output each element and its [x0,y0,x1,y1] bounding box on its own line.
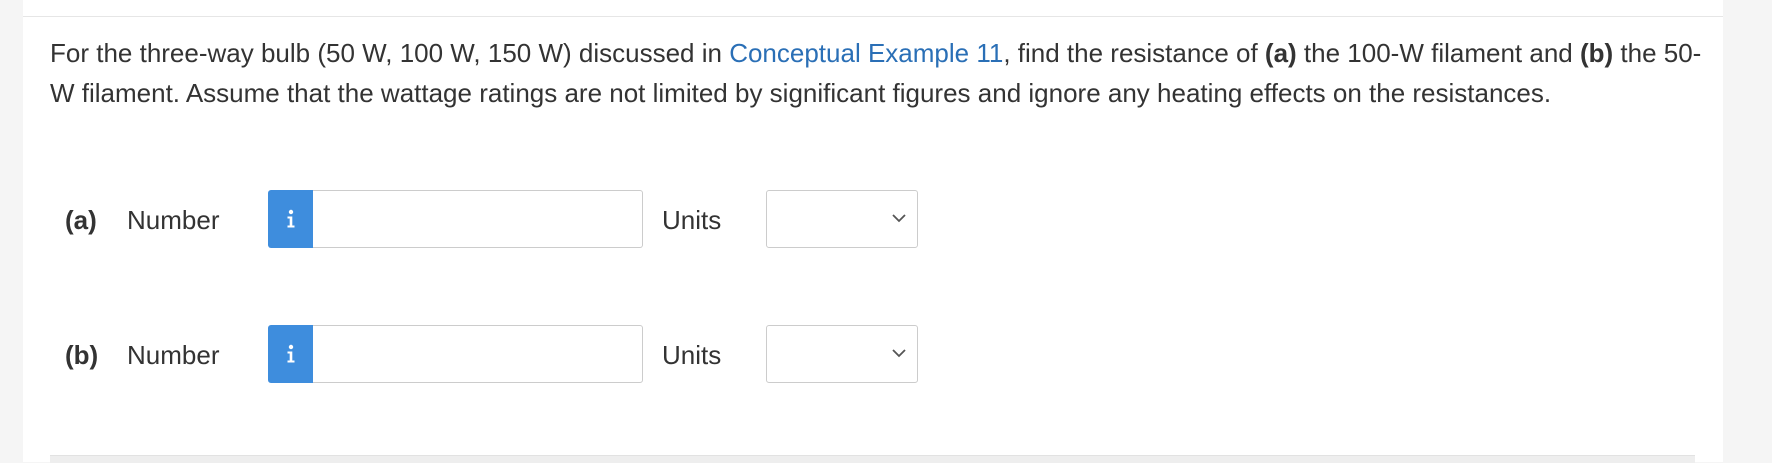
info-button[interactable] [268,190,313,248]
part-label: (b) [65,340,99,370]
info-icon [287,344,294,363]
units-dropdown-a[interactable] [766,190,918,248]
answer-row-b: (b) Number Units [23,325,1023,385]
part-label: (a) [65,205,97,235]
conceptual-example-link[interactable]: Conceptual Example 11 [729,38,1003,68]
divider [23,16,1723,17]
question-text-part: For the three-way bulb (50 W, 100 W, 150… [50,38,730,68]
number-label: Number [127,340,220,370]
units-dropdown-b[interactable] [766,325,918,383]
question-card: For the three-way bulb (50 W, 100 W, 150… [23,0,1723,463]
number-input-b[interactable] [313,325,643,383]
part-a-reference: (a) [1264,38,1297,68]
units-label: Units [662,205,722,235]
number-input-a[interactable] [313,190,643,248]
question-text-part: the 100-W filament and [1296,38,1580,68]
answer-row-a: (a) Number Units [23,190,1023,250]
part-b-reference: (b) [1579,38,1614,68]
number-label: Number [127,205,220,235]
info-button[interactable] [268,325,313,383]
question-text-part: , find the resistance of [1003,38,1265,68]
chevron-down-icon [892,349,906,358]
chevron-down-icon [892,214,906,223]
question-text: For the three-way bulb (50 W, 100 W, 150… [50,33,1710,113]
units-label: Units [662,340,722,370]
info-icon [287,209,294,228]
